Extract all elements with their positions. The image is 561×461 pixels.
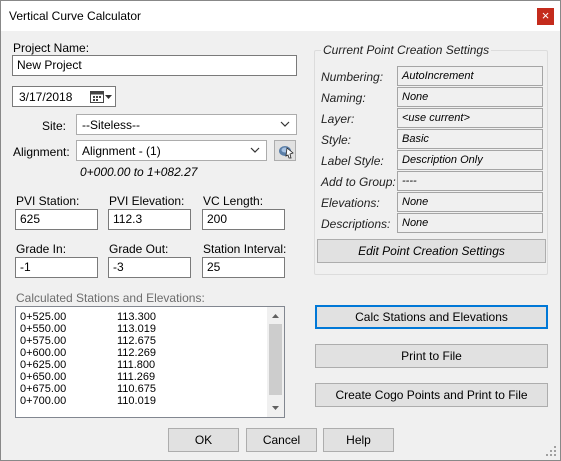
site-select[interactable]: --Siteless-- — [76, 114, 297, 135]
site-value: --Siteless-- — [82, 118, 141, 132]
close-button[interactable]: × — [537, 8, 554, 25]
vc-length-input[interactable]: 200 — [202, 209, 285, 230]
station-value: 0+650.00 — [20, 371, 67, 383]
elevation-value: 112.269 — [117, 347, 156, 359]
elevation-value: 110.675 — [117, 383, 156, 395]
grade-in-input[interactable]: -1 — [15, 257, 98, 278]
elevation-value: 111.800 — [117, 359, 156, 371]
ok-button[interactable]: OK — [168, 428, 239, 452]
style-label: Style: — [321, 133, 352, 147]
alignment-station-range: 0+000.00 to 1+082.27 — [80, 165, 198, 179]
pick-from-drawing-icon — [279, 146, 294, 159]
elevation-value: 110.019 — [117, 395, 156, 407]
vertical-scrollbar[interactable] — [267, 307, 284, 417]
naming-label: Naming: — [321, 91, 366, 105]
calc-stations-button[interactable]: Calc Stations and Elevations — [315, 305, 548, 329]
scroll-up-icon[interactable] — [271, 312, 280, 321]
station-interval-label: Station Interval: — [203, 242, 287, 256]
station-value: 0+575.00 — [20, 335, 67, 347]
site-label: Site: — [42, 119, 67, 133]
add-to-group-value: ---- — [397, 171, 543, 191]
station-interval-input[interactable]: 25 — [202, 257, 285, 278]
vc-length-label: VC Length: — [203, 194, 264, 208]
elevation-value: 113.019 — [117, 323, 156, 335]
grade-out-label: Grade Out: — [109, 242, 169, 256]
style-value: Basic — [397, 129, 543, 149]
layer-label: Layer: — [321, 112, 355, 126]
descriptions-label: Descriptions: — [321, 217, 391, 231]
add-to-group-label: Add to Group: — [321, 175, 396, 189]
alignment-label: Alignment: — [13, 145, 70, 159]
help-button[interactable]: Help — [323, 428, 394, 452]
calc-list-label: Calculated Stations and Elevations: — [16, 291, 205, 305]
descriptions-value: None — [397, 213, 543, 233]
naming-value: None — [397, 87, 543, 107]
title-bar[interactable]: Vertical Curve Calculator × — [1, 1, 560, 31]
label-style-label: Label Style: — [321, 154, 384, 168]
layer-value: <use current> — [397, 108, 543, 128]
calendar-icon[interactable] — [90, 90, 104, 103]
scroll-down-icon[interactable] — [271, 403, 280, 412]
elevations-label: Elevations: — [321, 196, 380, 210]
pvi-elevation-input[interactable]: 112.3 — [108, 209, 191, 230]
chevron-down-icon — [250, 147, 260, 153]
pvi-elevation-label: PVI Elevation: — [109, 194, 185, 208]
elevation-value: 112.675 — [117, 335, 156, 347]
project-name-label: Project Name: — [13, 41, 90, 55]
grade-out-input[interactable]: -3 — [108, 257, 191, 278]
scrollbar-thumb[interactable] — [269, 324, 282, 395]
vertical-curve-dialog: Vertical Curve Calculator × Project Name… — [0, 0, 561, 461]
calc-results-list[interactable]: 0+525.00 113.300 0+550.00 113.019 0+575.00… — [15, 306, 285, 418]
window-title: Vertical Curve Calculator — [9, 9, 142, 23]
elevation-value: 113.300 — [117, 311, 156, 323]
cancel-button[interactable]: Cancel — [246, 428, 317, 452]
alignment-value: Alignment - (1) — [82, 144, 161, 158]
pvi-station-input[interactable]: 625 — [15, 209, 98, 230]
print-to-file-button[interactable]: Print to File — [315, 344, 548, 368]
pick-alignment-button[interactable] — [274, 140, 296, 161]
station-value: 0+600.00 — [20, 347, 67, 359]
point-settings-title: Current Point Creation Settings — [321, 43, 492, 57]
numbering-value: AutoIncrement — [397, 66, 543, 86]
label-style-value: Description Only — [397, 150, 543, 170]
station-value: 0+700.00 — [20, 395, 67, 407]
elevations-value: None — [397, 192, 543, 212]
date-picker[interactable]: 3/17/2018 — [12, 86, 116, 107]
resize-grip-icon[interactable] — [546, 446, 557, 457]
create-cogo-points-button[interactable]: Create Cogo Points and Print to File — [315, 383, 548, 407]
station-value: 0+550.00 — [20, 323, 67, 335]
grade-in-label: Grade In: — [16, 242, 67, 256]
station-value: 0+625.00 — [20, 359, 67, 371]
chevron-down-icon — [280, 121, 290, 127]
station-value: 0+525.00 — [20, 311, 67, 323]
station-value: 0+675.00 — [20, 383, 67, 395]
pvi-station-label: PVI Station: — [16, 194, 80, 208]
project-name-input[interactable]: New Project — [12, 55, 297, 76]
numbering-label: Numbering: — [321, 70, 384, 84]
elevation-value: 111.269 — [117, 371, 156, 383]
edit-point-settings-button[interactable]: Edit Point Creation Settings — [317, 239, 546, 263]
date-dropdown-icon[interactable] — [104, 92, 113, 101]
date-value: 3/17/2018 — [19, 90, 73, 104]
alignment-select[interactable]: Alignment - (1) — [76, 140, 267, 161]
